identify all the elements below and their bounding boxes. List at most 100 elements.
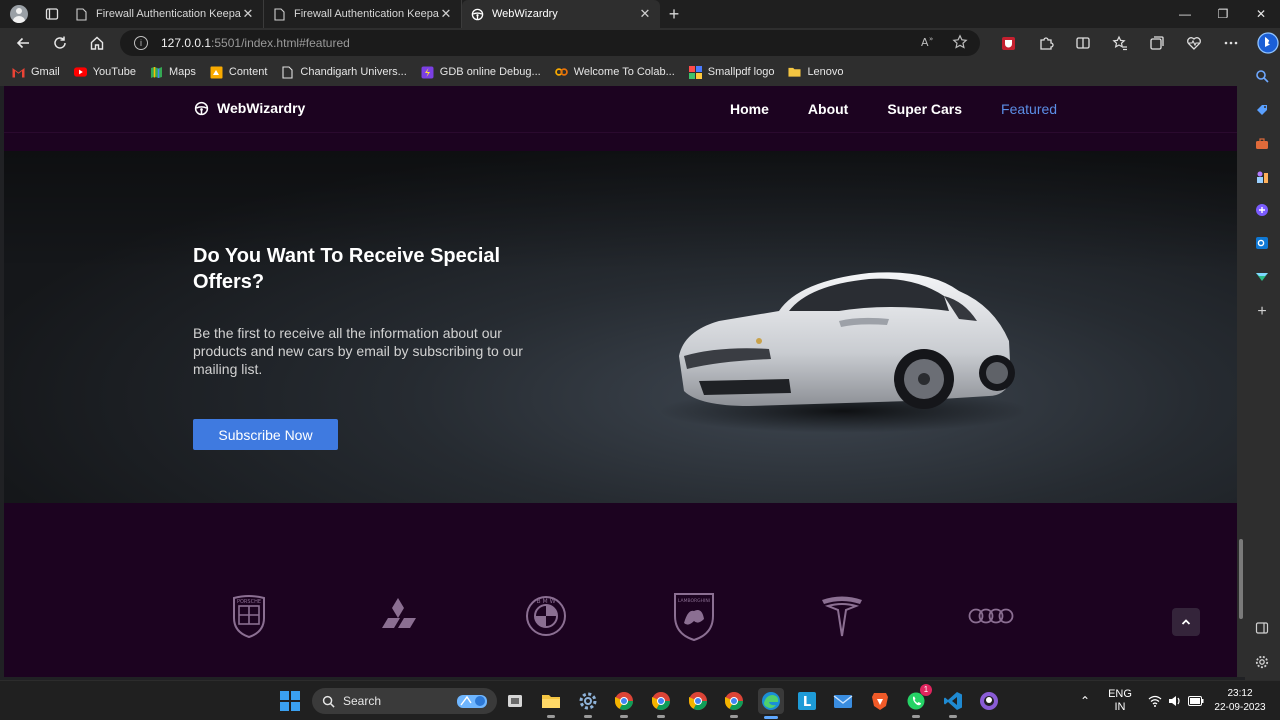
taskbar-clock[interactable]: 23:12 22-09-2023 <box>1210 687 1270 715</box>
minimize-icon[interactable]: — <box>1166 0 1204 28</box>
bookmark-label: YouTube <box>92 66 136 78</box>
nav-link-about[interactable]: About <box>808 101 848 117</box>
browser-tab-2[interactable]: Firewall Authentication Keepalive ✕ <box>264 0 462 28</box>
close-tab-icon[interactable]: ✕ <box>241 6 255 22</box>
sidebar-drop-icon[interactable] <box>1254 268 1270 284</box>
taskbar-chrome-3[interactable] <box>686 689 710 713</box>
bookmark-smallpdf-logo[interactable]: Smallpdf logo <box>688 65 774 79</box>
sidebar-hide-icon[interactable] <box>1254 620 1270 636</box>
taskbar-whatsapp[interactable]: 1 <box>904 684 932 718</box>
sidebar-copilot-icon[interactable] <box>1254 202 1270 218</box>
bookmarks-bar: Gmail YouTube Maps Content Chandigarh Univer… <box>0 58 1245 86</box>
taskbar-brave[interactable] <box>868 689 892 713</box>
taskbar-mail[interactable] <box>831 689 855 713</box>
taskbar-github-desktop[interactable] <box>977 689 1001 713</box>
sidebar-outlook-icon[interactable] <box>1254 235 1270 251</box>
scrollbar-thumb[interactable] <box>1239 539 1243 619</box>
site-navbar: WebWizardry Home About Super Cars Featur… <box>4 86 1237 133</box>
favorites-button[interactable] <box>1101 35 1138 51</box>
read-aloud-icon[interactable]: A» <box>920 34 936 50</box>
sidebar-games-icon[interactable] <box>1254 169 1270 185</box>
taskbar-task-view[interactable] <box>503 689 527 713</box>
maximize-icon[interactable]: ❐ <box>1204 0 1242 28</box>
extension-red-button[interactable] <box>990 36 1027 51</box>
subscribe-button[interactable]: Subscribe Now <box>193 419 338 450</box>
taskbar-chrome-4[interactable] <box>722 689 746 718</box>
bookmark-chandigarh-univers[interactable]: Chandigarh Univers... <box>281 65 407 79</box>
favorite-star-icon[interactable] <box>952 34 968 50</box>
profile-button[interactable] <box>0 0 38 28</box>
sidebar-add-icon[interactable]: + <box>1254 303 1270 320</box>
show-hidden-icons-chevron-up-icon[interactable]: ⌃ <box>1080 694 1090 708</box>
svg-text:PORSCHE: PORSCHE <box>237 599 261 605</box>
refresh-button[interactable] <box>41 28 78 58</box>
bookmark-youtube[interactable]: YouTube <box>73 66 136 79</box>
mitsubishi-logo-icon <box>373 591 423 641</box>
tab-title: WebWizardry <box>492 8 558 20</box>
close-tab-icon[interactable]: ✕ <box>439 6 453 22</box>
l-app-icon: L <box>798 692 816 710</box>
brand-logos-row: PORSCHE B M W LAMBORGHINI <box>4 591 1237 651</box>
tab-actions-button[interactable] <box>38 0 66 28</box>
wifi-icon[interactable] <box>1148 695 1162 707</box>
back-button[interactable] <box>4 28 41 58</box>
taskbar-settings[interactable] <box>576 689 600 718</box>
extensions-button[interactable] <box>1027 35 1064 51</box>
svg-text:LAMBORGHINI: LAMBORGHINI <box>678 598 710 604</box>
site-info-icon[interactable]: i <box>134 36 148 50</box>
smallpdf-icon <box>688 65 702 79</box>
chrome-icon <box>725 692 743 711</box>
browser-essentials-button[interactable] <box>1175 35 1212 51</box>
close-tab-icon[interactable]: ✕ <box>638 6 652 22</box>
new-tab-button[interactable]: + <box>660 4 688 25</box>
vscode-icon <box>944 692 962 710</box>
running-indicator <box>949 715 957 718</box>
taskbar-app-l[interactable]: L <box>795 689 819 713</box>
bookmark-maps[interactable]: Maps <box>150 66 196 79</box>
taskbar-chrome-1[interactable] <box>612 689 636 718</box>
language-indicator[interactable]: ENG IN <box>1108 688 1132 714</box>
active-indicator <box>764 716 778 719</box>
sidebar-search-icon[interactable] <box>1254 68 1270 84</box>
taskbar-file-explorer[interactable] <box>539 689 563 718</box>
page-scrollbar[interactable] <box>1237 86 1245 677</box>
battery-icon[interactable] <box>1187 696 1204 706</box>
bing-copilot-button[interactable] <box>1249 32 1280 54</box>
svg-text:A: A <box>921 36 929 49</box>
sidebar-shopping-icon[interactable] <box>1254 102 1270 118</box>
close-window-icon[interactable]: ✕ <box>1242 0 1280 28</box>
windows-start-icon[interactable] <box>280 691 300 711</box>
nav-link-home[interactable]: Home <box>730 101 769 117</box>
more-menu-button[interactable] <box>1212 35 1249 51</box>
taskbar-edge[interactable] <box>758 688 784 719</box>
whatsapp-badge: 1 <box>920 684 932 696</box>
taskbar-chrome-2[interactable] <box>649 689 673 718</box>
chrome-icon <box>652 692 670 711</box>
browser-tab-3[interactable]: WebWizardry ✕ <box>462 0 660 28</box>
address-bar[interactable]: i 127.0.0.1:5501/index.html#featured A» <box>120 30 980 56</box>
sidebar-tools-icon[interactable] <box>1254 136 1270 152</box>
nav-link-featured[interactable]: Featured <box>1001 101 1057 117</box>
collections-button[interactable] <box>1138 35 1175 51</box>
browser-tab-1[interactable]: Firewall Authentication Keepalive ✕ <box>66 0 264 28</box>
bookmark-gmail[interactable]: Gmail <box>12 66 60 79</box>
bookmark-content[interactable]: Content <box>210 66 267 79</box>
taskbar-search[interactable]: Search <box>312 688 497 714</box>
speaker-icon[interactable] <box>1168 695 1182 707</box>
tab-title: Firewall Authentication Keepalive <box>294 8 439 20</box>
folder-icon <box>542 695 560 708</box>
bookmark-lenovo[interactable]: Lenovo <box>788 66 844 79</box>
split-screen-button[interactable] <box>1064 35 1101 51</box>
home-button[interactable] <box>78 28 115 58</box>
scroll-to-top-button[interactable] <box>1172 608 1200 636</box>
bookmark-welcome-to-colab[interactable]: Welcome To Colab... <box>554 66 675 79</box>
bookmark-gdb-online-debug[interactable]: GDB online Debug... <box>421 66 541 79</box>
puzzle-icon <box>1039 37 1054 50</box>
site-logo[interactable]: WebWizardry <box>194 100 305 116</box>
page-icon <box>272 7 286 21</box>
taskbar-vscode[interactable] <box>941 689 965 718</box>
sidebar-settings-icon[interactable] <box>1254 654 1270 670</box>
page-icon <box>74 7 88 21</box>
tab-title: Firewall Authentication Keepalive <box>96 8 241 20</box>
nav-link-super-cars[interactable]: Super Cars <box>887 101 962 117</box>
